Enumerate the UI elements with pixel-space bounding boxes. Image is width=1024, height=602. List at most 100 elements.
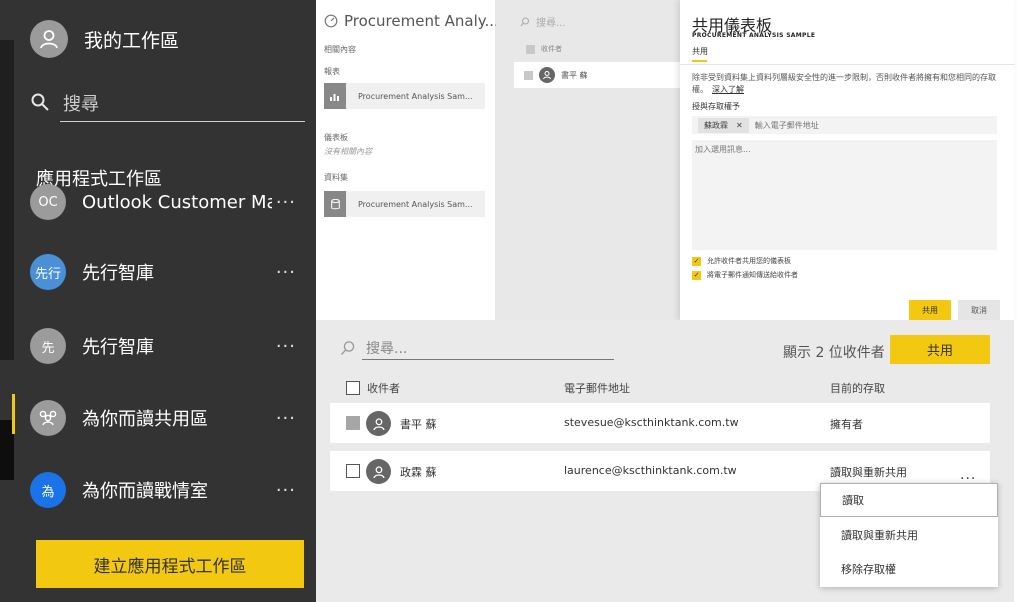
search-icon xyxy=(520,17,529,26)
user-avatar-icon xyxy=(30,20,68,58)
learn-more-link[interactable]: 深入了解 xyxy=(712,85,744,94)
active-tab-underline xyxy=(692,60,707,62)
recipients-search-input[interactable]: 搜尋... xyxy=(366,338,407,358)
recipient-email-field[interactable]: 蘇政霖 ✕ 輸入電子郵件地址 xyxy=(692,116,997,134)
search-icon xyxy=(341,341,355,355)
divider xyxy=(680,64,1014,65)
bar-chart-icon xyxy=(324,83,346,109)
user-avatar-icon xyxy=(539,67,555,83)
share-info-text: 除非受到資料集上資料列層級安全性的進一步限制，否則收件者將擁有和您相同的存取權。… xyxy=(692,72,1002,96)
recipients-preview-pane: 搜尋... 收件者 書平 蘇 xyxy=(496,0,680,320)
row-checkbox-wrap xyxy=(346,464,360,478)
access-level-menu: 讀取 讀取與重新共用 移除存取權 xyxy=(820,483,998,587)
active-workspace-indicator xyxy=(12,394,15,434)
select-all-checkbox[interactable] xyxy=(526,44,535,54)
workspace-list: OC Outlook Customer Man... ··· 先行 先行智庫 ·… xyxy=(0,180,316,520)
user-avatar-icon xyxy=(366,411,391,436)
workspace-nav-pane: 我的工作區 搜尋 應用程式工作區 OC Outlook Customer Man… xyxy=(0,0,316,602)
recipient-count: 顯示 2 位收件者 xyxy=(783,345,885,361)
related-content-pane: Procurement Analy... 相關內容 報表 Procurement… xyxy=(316,0,499,320)
send-email-label: 將電子郵件通知傳送給收件者 xyxy=(707,271,798,279)
grant-access-label: 授與存取權予 xyxy=(692,102,740,111)
workspace-avatar: 先行 xyxy=(30,254,66,290)
datasets-label: 資料集 xyxy=(324,173,348,182)
create-app-workspace-button[interactable]: 建立應用程式工作區 xyxy=(36,540,304,588)
dashboard-title-text: Procurement Analy... xyxy=(344,12,499,30)
more-options-icon[interactable]: ··· xyxy=(276,336,296,357)
row-checkbox[interactable] xyxy=(346,416,360,430)
recipient-email: stevesue@kscthinktank.com.tw xyxy=(564,416,739,429)
workspace-item-outlook[interactable]: OC Outlook Customer Man... ··· xyxy=(30,180,310,226)
reports-label: 報表 xyxy=(324,67,340,76)
share-button[interactable]: 共用 xyxy=(909,300,951,320)
more-options-icon[interactable]: ··· xyxy=(276,408,296,429)
menu-item-remove-access[interactable]: 移除存取權 xyxy=(820,552,998,586)
share-dashboard-subtitle: PROCUREMENT ANALYSIS SAMPLE xyxy=(692,32,816,39)
tab-share[interactable]: 共用 xyxy=(692,46,708,57)
dataset-card[interactable]: Procurement Analysis Sam... xyxy=(324,191,485,217)
menu-item-read-reshare[interactable]: 讀取與重新共用 xyxy=(820,518,998,552)
workspace-item-warroom[interactable]: 為 為你而讀戰情室 ··· xyxy=(30,466,310,514)
nav-search-input[interactable]: 搜尋 xyxy=(63,90,99,116)
allow-reshare-checkbox[interactable]: ✓ 允許收件者共用您的儀表板 xyxy=(692,256,791,266)
dashboard-title: Procurement Analy... xyxy=(324,12,499,30)
mini-search[interactable]: 搜尋... xyxy=(520,14,566,29)
workspace-name: 先行智庫 xyxy=(82,263,154,284)
column-label: 收件者 xyxy=(367,382,400,395)
workspace-name: 先行智庫 xyxy=(82,337,154,358)
row-checkbox-wrap xyxy=(346,416,360,430)
dashboard-gauge-icon xyxy=(324,14,338,28)
mini-header: 收件者 xyxy=(526,44,562,54)
mini-search-input[interactable]: 搜尋... xyxy=(536,14,566,29)
my-workspace-title: 我的工作區 xyxy=(84,29,180,52)
workspace-item-xianxing-2[interactable]: 先 先行智庫 ··· xyxy=(30,322,310,370)
more-options-icon[interactable]: ··· xyxy=(276,480,296,501)
database-icon xyxy=(324,191,346,217)
workspace-name: 為你而讀共用區 xyxy=(82,409,208,430)
checkmark-icon: ✓ xyxy=(692,270,701,280)
user-avatar-icon xyxy=(366,459,391,484)
menu-item-read[interactable]: 讀取 xyxy=(820,483,998,517)
share-dashboard-pane: 共用儀表板 PROCUREMENT ANALYSIS SAMPLE 共用 除非受… xyxy=(680,0,1014,320)
workspace-avatar: OC xyxy=(30,184,66,220)
share-button[interactable]: 共用 xyxy=(890,335,990,364)
mini-recipient-name: 書平 蘇 xyxy=(561,70,588,80)
more-options-icon[interactable]: ··· xyxy=(276,262,296,283)
recipient-chip-name: 蘇政霖 xyxy=(704,120,728,130)
nav-search[interactable]: 搜尋 xyxy=(30,86,305,122)
email-input-placeholder[interactable]: 輸入電子郵件地址 xyxy=(755,120,819,131)
column-header-recipient: 收件者 xyxy=(346,380,400,396)
workspace-name: 為你而讀戰情室 xyxy=(82,481,208,502)
related-content-label: 相關內容 xyxy=(324,45,356,54)
workspace-item-xianxing-1[interactable]: 先行 先行智庫 ··· xyxy=(30,248,310,296)
more-options-icon[interactable]: ··· xyxy=(276,192,296,213)
select-all-checkbox[interactable] xyxy=(346,381,360,395)
recipient-access: 擁有者 xyxy=(830,418,863,431)
column-header-email: 電子郵件地址 xyxy=(564,382,630,395)
report-name: Procurement Analysis Sam... xyxy=(358,91,473,101)
column-header-access: 目前的存取 xyxy=(830,382,885,395)
checkmark-icon: ✓ xyxy=(692,256,701,266)
recipient-name: 書平 蘇 xyxy=(400,418,437,431)
recipients-search[interactable]: 搜尋... xyxy=(340,338,614,360)
dataset-name: Procurement Analysis Sam... xyxy=(358,199,473,209)
cancel-button[interactable]: 取消 xyxy=(958,300,1000,320)
close-icon[interactable]: ✕ xyxy=(736,121,743,130)
optional-message-field[interactable]: 加入選用訊息... xyxy=(692,140,997,250)
recipient-email: laurence@kscthinktank.com.tw xyxy=(564,464,737,477)
workspace-avatar: 先 xyxy=(30,328,66,364)
dashboards-label: 儀表板 xyxy=(324,133,348,142)
row-checkbox[interactable] xyxy=(524,70,533,80)
mini-recipient-row[interactable]: 書平 蘇 xyxy=(514,62,680,88)
workspace-item-shared[interactable]: 為你而讀共用區 ··· xyxy=(30,394,310,442)
my-workspace-header[interactable]: 我的工作區 xyxy=(30,20,179,58)
send-email-checkbox[interactable]: ✓ 將電子郵件通知傳送給收件者 xyxy=(692,270,798,280)
search-underline xyxy=(362,359,614,360)
mini-header-label: 收件者 xyxy=(541,45,562,53)
more-options-icon[interactable]: ... xyxy=(960,467,976,483)
search-icon xyxy=(31,93,49,111)
table-row[interactable]: 書平 蘇 stevesue@kscthinktank.com.tw 擁有者 xyxy=(330,403,990,443)
row-checkbox[interactable] xyxy=(346,464,360,478)
recipient-chip: 蘇政霖 ✕ xyxy=(698,117,749,133)
report-card[interactable]: Procurement Analysis Sam... xyxy=(324,83,485,109)
